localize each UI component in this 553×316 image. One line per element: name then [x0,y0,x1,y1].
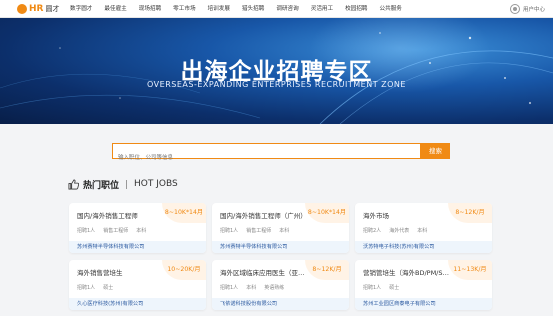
logo[interactable]: HR 圆才 [17,3,59,15]
job-title: 国内/海外销售工程师 [77,212,138,220]
menu-item-campus[interactable]: 校园招聘 [345,0,367,18]
job-tag: 本科 [136,228,147,234]
job-tag: 招聘2人 [363,228,382,234]
logo-hr-text: HR [29,4,44,14]
logo-icon [17,4,27,14]
menu-item-training[interactable]: 培训发展 [208,0,230,18]
banner-subtitle: OVERSEAS-EXPANDING ENTERPRISES RECRUITME… [147,80,406,89]
job-tag: 本科 [417,228,428,234]
search-box [112,143,421,165]
main-menu: 数字圆才 最佳雇主 现场招聘 零工市场 培训发展 猎头招聘 调研咨询 灵活用工 … [70,0,414,18]
job-tag: 硕士 [389,285,400,291]
company-name[interactable]: 飞依诺科技股份有限公司 [212,298,349,310]
job-tags: 招聘1人 本科 英语熟练 [220,284,292,291]
menu-item-research[interactable]: 调研咨询 [276,0,298,18]
job-tag: 招聘1人 [220,228,239,234]
job-title: 营销管培生（海外BD/PM/Sales） [363,269,451,277]
job-tag: 招聘1人 [77,228,96,234]
job-card[interactable]: 海外销售营培生 10~20K/月 招聘1人 硕士 久心医疗科技(苏州)有限公司 [69,260,206,310]
job-tag: 本科 [279,228,290,234]
company-name[interactable]: 苏州赛特半导体科技有限公司 [212,241,349,253]
job-card[interactable]: 海外区域临床应用医生（亚洲） 8~12K/月 招聘1人 本科 英语熟练 飞依诺科… [212,260,349,310]
salary-badge: 8~12K/月 [448,203,492,223]
job-tag: 招聘1人 [363,285,382,291]
hot-jobs-title-en: HOT JOBS [134,179,178,189]
job-tags: 招聘1人 硕士 [77,284,121,291]
hot-jobs-header: 热门职位 HOT JOBS [68,177,178,191]
user-center-label: 用户中心 [522,7,545,13]
job-card[interactable]: 海外市场 8~12K/月 招聘2人 海外代表 本科 沃苏特电子科技(苏州)有限公… [355,203,492,253]
thumbs-up-icon [68,179,79,189]
job-card[interactable]: 国内/海外销售工程师（广州） 8~10K*14月 招聘1人 销售工程师 本科 苏… [212,203,349,253]
company-name[interactable]: 沃苏特电子科技(苏州)有限公司 [355,241,492,253]
menu-item-flexible-work[interactable]: 灵活用工 [311,0,333,18]
menu-item-best-employer[interactable]: 最佳雇主 [104,0,126,18]
job-tag: 硕士 [103,285,114,291]
menu-item-gig-market[interactable]: 零工市场 [173,0,195,18]
search-input[interactable] [113,151,420,165]
job-title: 国内/海外销售工程师（广州） [220,212,307,220]
menu-item-digital[interactable]: 数字圆才 [70,0,92,18]
company-name[interactable]: 苏州工业园区商泰电子有限公司 [355,298,492,310]
hero-banner: 出海企业招聘专区 OVERSEAS-EXPANDING ENTERPRISES … [0,18,553,124]
job-tags: 招聘1人 硕士 [363,284,407,291]
salary-badge: 8~10K*14月 [305,203,349,223]
job-tag: 本科 [246,285,257,291]
divider [126,179,128,189]
logo-name: 圆才 [45,5,60,13]
job-card[interactable]: 营销管培生（海外BD/PM/Sales） 11~13K/月 招聘1人 硕士 苏州… [355,260,492,310]
job-title: 海外市场 [363,212,389,220]
company-name[interactable]: 苏州赛特半导体科技有限公司 [69,241,206,253]
job-card[interactable]: 国内/海外销售工程师 8~10K*14月 招聘1人 销售工程师 本科 苏州赛特半… [69,203,206,253]
job-tag: 招聘1人 [220,285,239,291]
salary-badge: 10~20K/月 [162,260,206,280]
company-name[interactable]: 久心医疗科技(苏州)有限公司 [69,298,206,310]
job-tag: 海外代表 [389,228,410,234]
top-nav: HR 圆才 数字圆才 最佳雇主 现场招聘 零工市场 培训发展 猎头招聘 调研咨询… [0,0,553,18]
user-center[interactable]: 用户中心 [509,4,545,14]
job-title: 海外区域临床应用医生（亚洲） [220,269,308,277]
job-title: 海外销售营培生 [77,269,123,277]
job-tag: 销售工程师 [103,228,129,234]
hot-jobs-title-cn: 热门职位 [83,180,120,191]
menu-item-public-service[interactable]: 公共服务 [380,0,402,18]
menu-item-onsite-recruit[interactable]: 现场招聘 [139,0,161,18]
job-tags: 招聘1人 销售工程师 本科 [77,227,154,234]
salary-badge: 11~13K/月 [448,260,492,280]
user-icon [509,4,520,14]
job-tags: 招聘2人 海外代表 本科 [363,227,435,234]
salary-badge: 8~10K*14月 [162,203,206,223]
search-button[interactable]: 搜索 [421,143,450,159]
salary-badge: 8~12K/月 [305,260,349,280]
job-tag: 销售工程师 [246,228,272,234]
job-tags: 招聘1人 销售工程师 本科 [220,227,297,234]
job-tag: 英语熟练 [264,285,285,291]
menu-item-headhunting[interactable]: 猎头招聘 [242,0,264,18]
job-tag: 招聘1人 [77,285,96,291]
